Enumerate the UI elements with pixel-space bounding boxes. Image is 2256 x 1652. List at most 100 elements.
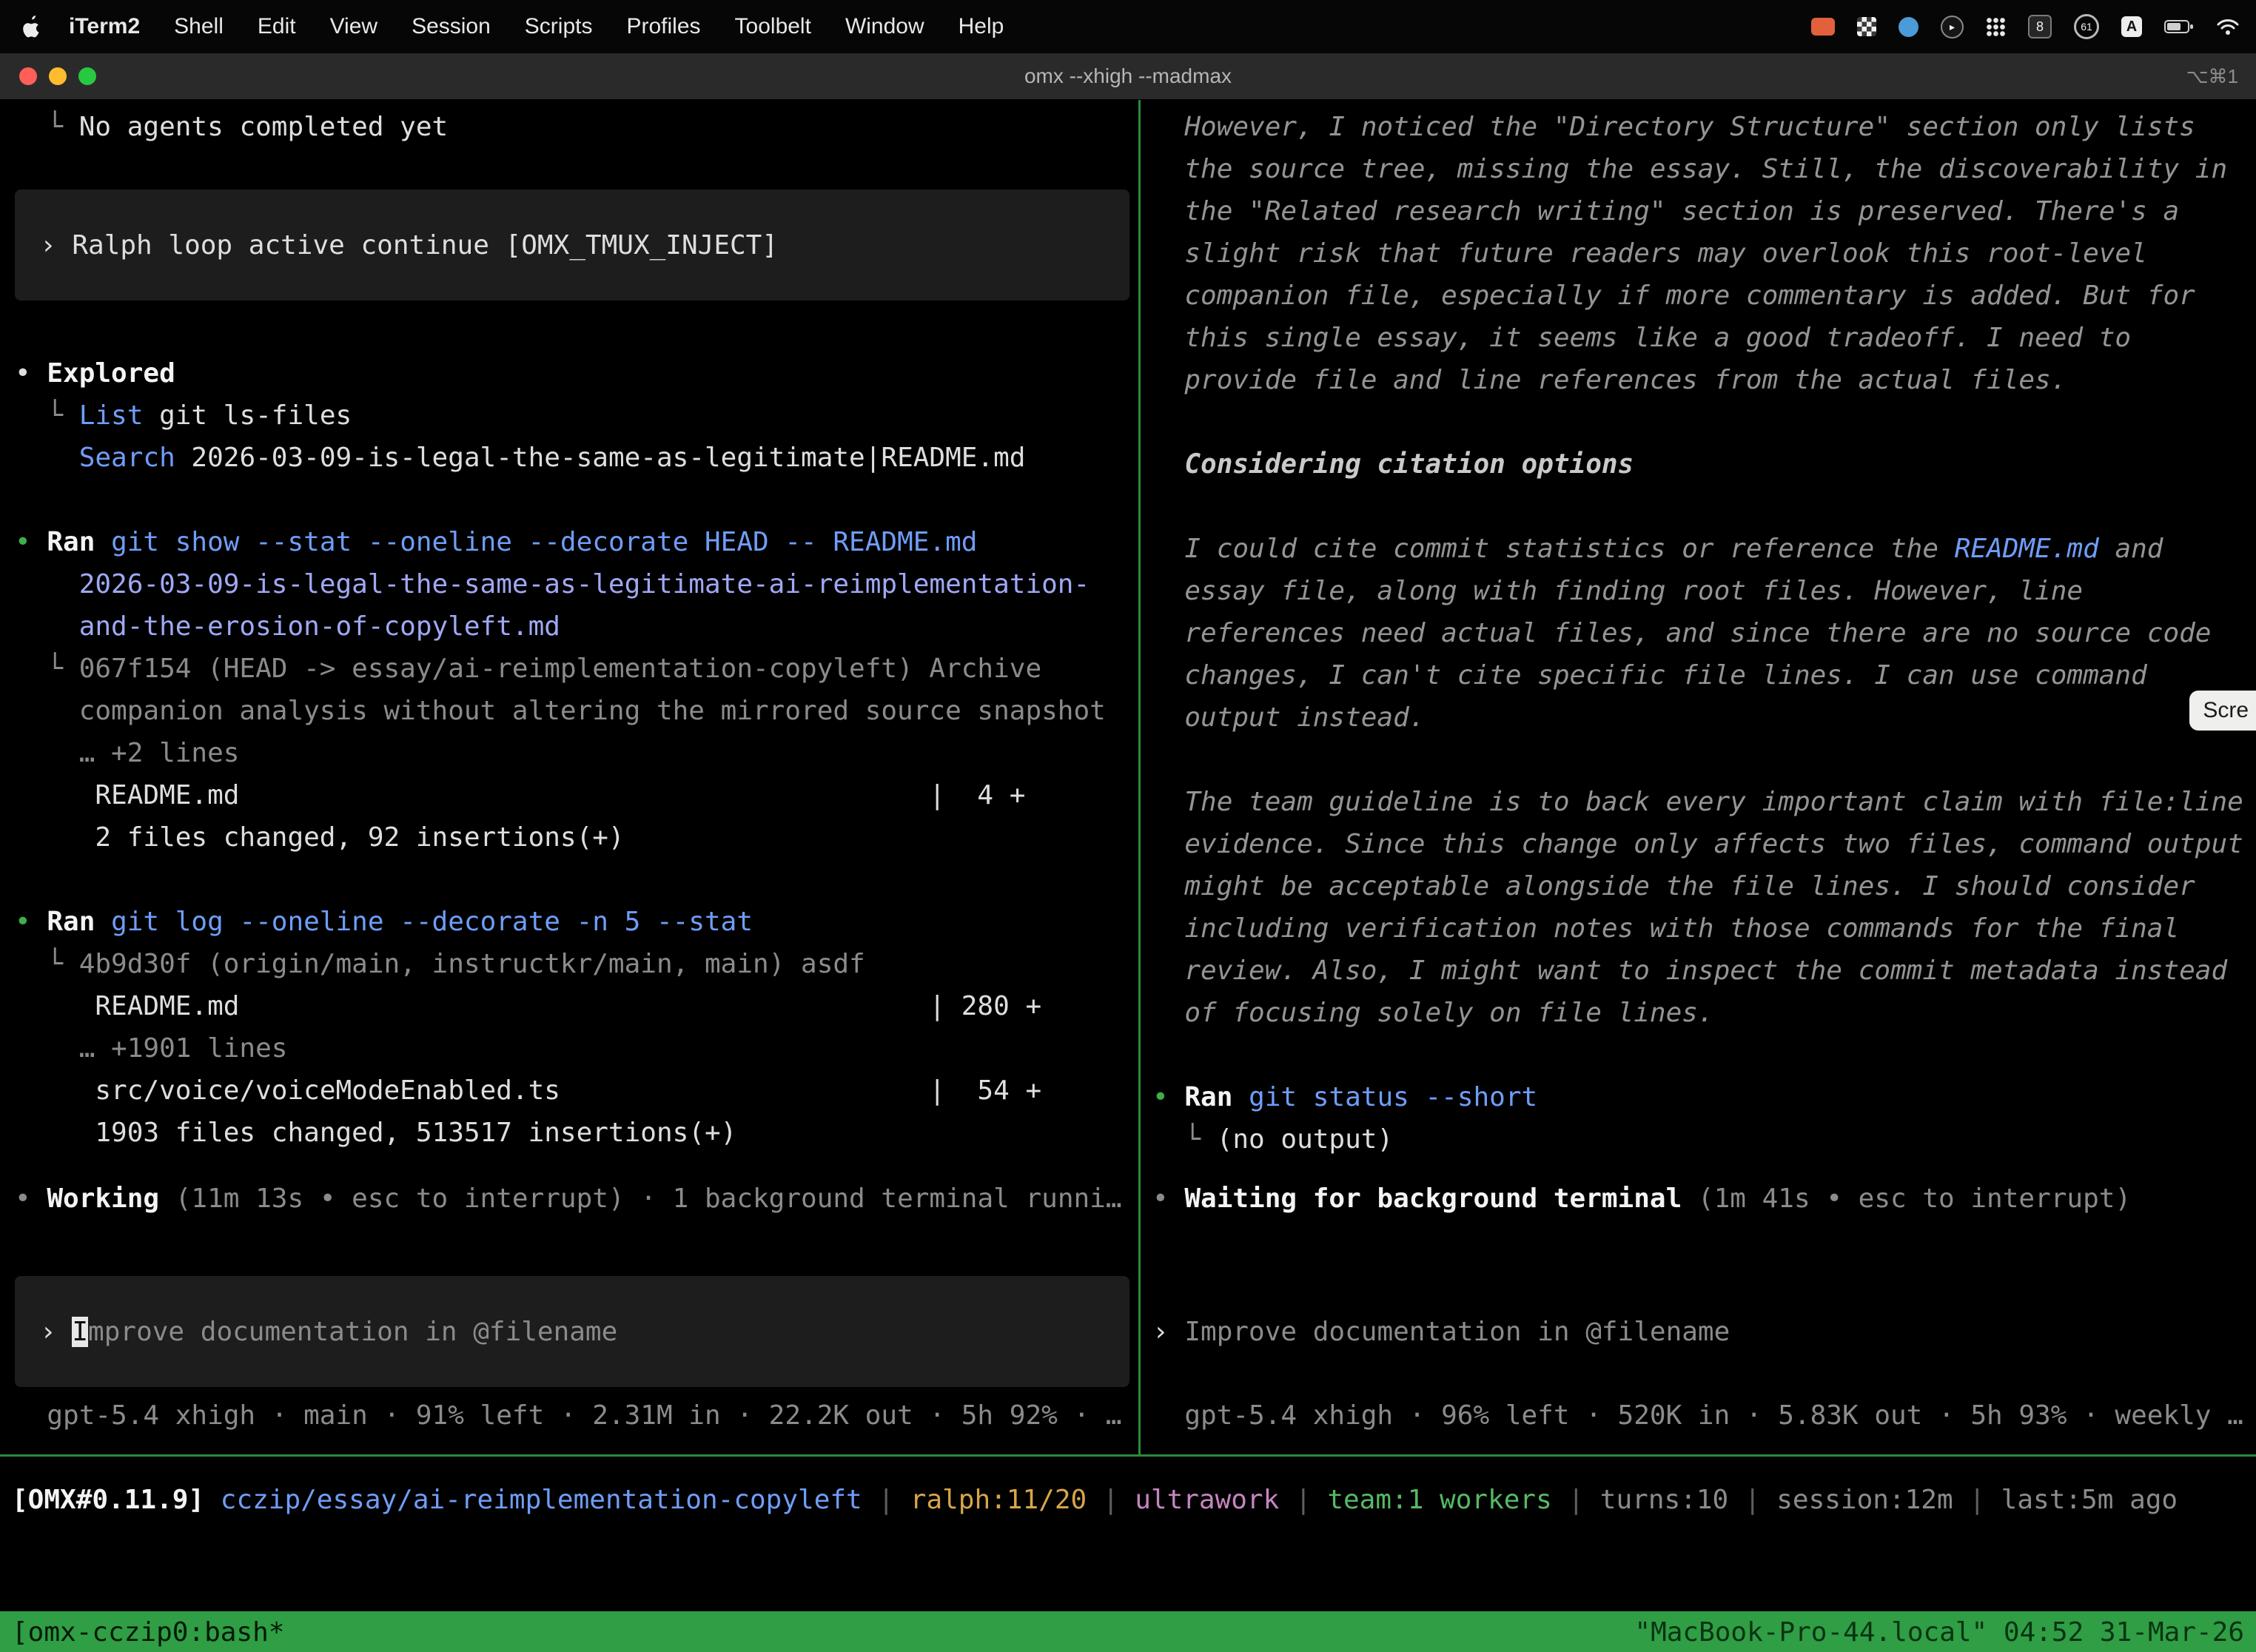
dark-disc-icon[interactable]: ▸ — [1941, 16, 1964, 38]
terminal-line — [1152, 486, 2256, 528]
terminal-line: • Ran git show --stat --oneline --decora… — [15, 521, 1138, 563]
screen-share-popup[interactable]: Scre — [2189, 691, 2256, 731]
menu-item-profiles[interactable]: Profiles — [609, 14, 717, 38]
terminal-line: • Ran git status --short — [1152, 1076, 2256, 1118]
left-prompt-input[interactable]: › Improve documentation in @filename — [15, 1276, 1129, 1387]
input-source-icon[interactable]: A — [2121, 16, 2142, 37]
text-segment: | — [1728, 1485, 1776, 1515]
text-segment: git log --oneline --decorate -n 5 --stat — [95, 907, 753, 937]
menu-item-scripts[interactable]: Scripts — [508, 14, 610, 38]
tmux-session-label[interactable]: [omx-cczip0:bash* — [12, 1617, 284, 1648]
terminal-line: output instead. — [1152, 696, 2256, 739]
ralph-loop-banner[interactable]: › Ralph loop active continue [OMX_TMUX_I… — [15, 189, 1129, 300]
checkerboard-icon[interactable] — [1857, 17, 1876, 36]
terminal-line: and-the-erosion-of-copyleft.md — [15, 605, 1138, 648]
terminal-line: this single essay, it seems like a good … — [1152, 317, 2256, 359]
text-segment: … +1901 lines — [15, 1033, 287, 1064]
terminal-line: README.md | 4 + — [15, 774, 1138, 816]
text-segment: └ 067f154 (HEAD -> essay/ai-reimplementa… — [15, 654, 1041, 684]
terminal-window[interactable]: └ No agents completed yet › Ralph loop a… — [0, 100, 2256, 1652]
text-segment: and-the-erosion-of-copyleft.md — [15, 611, 560, 642]
menu-item-shell[interactable]: Shell — [157, 14, 241, 38]
menu-item-view[interactable]: View — [313, 14, 395, 38]
battery-gauge-icon[interactable]: 61 — [2074, 14, 2099, 39]
wifi-icon[interactable] — [2216, 18, 2240, 36]
text-segment: last:5m ago — [2001, 1485, 2178, 1515]
tmux-host-clock: "MacBook-Pro-44.local" 04:52 31-Mar-26 — [1634, 1617, 2244, 1648]
terminal-line: companion file, especially if more comme… — [1152, 275, 2256, 317]
text-segment: README.md | 280 + — [15, 991, 1041, 1021]
text-segment: The team guideline is to back every impo… — [1152, 787, 2243, 817]
dots-grid-icon[interactable] — [1986, 17, 2006, 37]
menu-item-edit[interactable]: Edit — [241, 14, 313, 38]
right-prompt-input[interactable]: › Improve documentation in @filename — [1152, 1311, 2256, 1353]
text-segment: review. Also, I might want to inspect th… — [1152, 956, 2227, 986]
text-segment: › — [40, 230, 72, 261]
apple-icon[interactable] — [0, 16, 52, 38]
terminal-line: src/voice/voiceModeEnabled.ts | 54 + — [15, 1070, 1138, 1112]
text-segment: (1m 41s • esc to interrupt) — [1682, 1183, 2131, 1214]
menu-item-toolbelt[interactable]: Toolbelt — [718, 14, 828, 38]
terminal-line: Considering citation options — [1152, 443, 2256, 486]
text-segment: [OMX#0.11.9] — [12, 1485, 204, 1515]
right-pane-transcript: However, I noticed the "Directory Struct… — [1152, 106, 2256, 1161]
waiting-status-line: • Waiting for background terminal (1m 41… — [1152, 1178, 2256, 1220]
text-segment: Improve documentation in @filename — [1184, 1317, 1730, 1347]
number-key-icon[interactable]: 8 — [2028, 15, 2052, 38]
text-segment: 1903 files changed, 513517 insertions(+) — [15, 1118, 736, 1148]
battery-icon[interactable] — [2164, 19, 2194, 34]
terminal-line: evidence. Since this change only affects… — [1152, 823, 2256, 865]
text-segment: › — [1152, 1317, 1184, 1347]
terminal-line: README.md | 280 + — [15, 985, 1138, 1027]
text-segment: | — [862, 1485, 910, 1515]
text-segment: Working — [47, 1183, 159, 1214]
text-segment: might be acceptable alongside the file l… — [1152, 871, 2195, 901]
window-title-bar[interactable]: omx --xhigh --madmax ⌥⌘1 — [0, 53, 2256, 100]
text-segment: Ran — [47, 527, 95, 557]
text-segment: └ — [1152, 1124, 1217, 1155]
battery-gauge-label: 61 — [2081, 21, 2092, 33]
text-segment: Ralph loop active continue [OMX_TMUX_INJ… — [72, 230, 778, 261]
terminal-line: including verification notes with those … — [1152, 907, 2256, 950]
terminal-line: … +1901 lines — [15, 1027, 1138, 1070]
text-segment: Considering citation options — [1152, 449, 1634, 480]
left-pane-footer: • Working (11m 13s • esc to interrupt) ·… — [15, 1178, 1138, 1437]
text-segment: and — [2099, 534, 2163, 564]
tmux-panes: └ No agents completed yet › Ralph loop a… — [0, 100, 2256, 1454]
terminal-line: the "Related research writing" section i… — [1152, 190, 2256, 232]
text-segment: mprove documentation in @filename — [88, 1317, 617, 1347]
text-segment: README.md — [1955, 534, 2099, 564]
text-segment: • — [15, 907, 47, 937]
terminal-line: └ List git ls-files — [15, 394, 1138, 437]
water-drop-icon[interactable] — [1899, 17, 1918, 37]
text-segment: Explored — [47, 358, 175, 389]
text-segment: Ran — [47, 907, 95, 937]
menu-item-session[interactable]: Session — [395, 14, 508, 38]
text-segment: output instead. — [1152, 702, 1425, 733]
terminal-line: I could cite commit statistics or refere… — [1152, 528, 2256, 570]
terminal-line: [OMX#0.11.9] cczip/essay/ai-reimplementa… — [12, 1479, 2256, 1521]
menu-item-iterm2[interactable]: iTerm2 — [52, 14, 157, 38]
text-segment: I could cite commit statistics or refere… — [1152, 534, 1955, 564]
text-segment: › — [40, 1317, 72, 1347]
terminal-line: • Ran git log --oneline --decorate -n 5 … — [15, 901, 1138, 943]
right-pane[interactable]: However, I noticed the "Directory Struct… — [1141, 100, 2256, 1454]
menu-item-window[interactable]: Window — [828, 14, 941, 38]
terminal-line: provide file and line references from th… — [1152, 359, 2256, 401]
left-pane[interactable]: └ No agents completed yet › Ralph loop a… — [0, 100, 1138, 1454]
text-segment: references need actual files, and since … — [1152, 618, 2211, 648]
desktop: iTerm2ShellEditViewSessionScriptsProfile… — [0, 0, 2256, 1652]
terminal-line: of focusing solely on file lines. — [1152, 992, 2256, 1034]
terminal-line: 2 files changed, 92 insertions(+) — [15, 816, 1138, 859]
text-segment: • — [15, 527, 47, 557]
terminal-line: review. Also, I might want to inspect th… — [1152, 950, 2256, 992]
text-segment: src/voice/voiceModeEnabled.ts | 54 + — [15, 1075, 1041, 1106]
menu-item-help[interactable]: Help — [941, 14, 1021, 38]
text-segment: • — [15, 1183, 47, 1214]
text-segment: • — [1152, 1183, 1184, 1214]
text-segment: Waiting for background terminal — [1184, 1183, 1682, 1214]
text-segment: (11m 13s • esc to interrupt) · 1 backgro… — [159, 1183, 1121, 1214]
screen-recording-icon[interactable] — [1811, 18, 1835, 36]
terminal-line: └ No agents completed yet — [15, 106, 1138, 148]
text-segment: session:12m — [1776, 1485, 1953, 1515]
